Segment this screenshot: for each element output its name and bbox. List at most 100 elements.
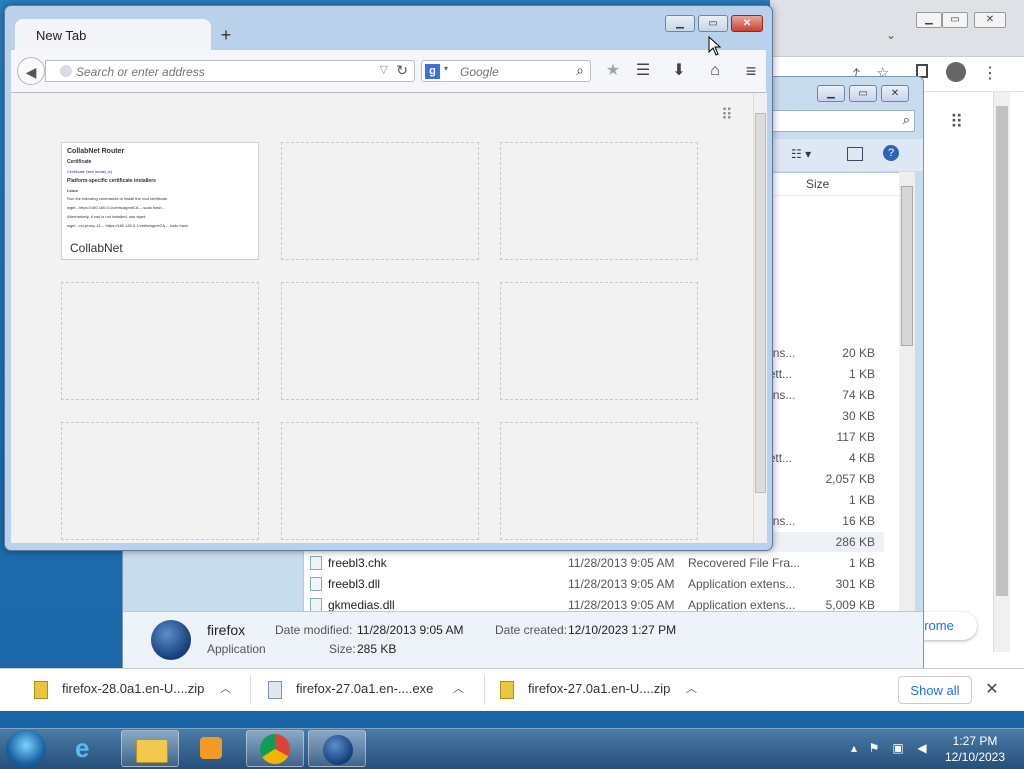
mouse-cursor xyxy=(708,35,722,59)
search-bar[interactable]: g ▾ ⌕ xyxy=(421,60,591,82)
empty-site-tile xyxy=(500,282,698,400)
download-menu-chevron-icon[interactable]: ︿ xyxy=(453,669,464,709)
chrome-close-button[interactable]: ✕ xyxy=(974,12,1006,28)
downloads-icon[interactable]: ⬇ xyxy=(667,60,691,82)
empty-site-tile xyxy=(500,422,698,540)
navigation-toolbar: ▽ ↻ ◀ g ▾ ⌕ ★ ☰ ⬇ ⌂ ≡ xyxy=(11,50,766,93)
installer-file-icon xyxy=(268,680,282,699)
home-icon[interactable]: ⌂ xyxy=(703,60,727,82)
menu-icon[interactable]: ≡ xyxy=(739,60,763,82)
chrome-scrollbar-thumb[interactable] xyxy=(996,106,1008,596)
firefox-icon xyxy=(323,735,353,765)
thumb-subheading: Certificate xyxy=(67,159,92,165)
file-size: 117 KB xyxy=(836,430,875,444)
file-size: 1 KB xyxy=(848,367,875,381)
show-all-button[interactable]: Show all xyxy=(898,676,972,704)
table-row[interactable]: freebl3.dll 11/28/2013 9:05 AM Application… xyxy=(304,574,884,594)
firefox-minimize-button[interactable]: ▁ xyxy=(665,15,695,32)
chrome-maximize-button[interactable]: ▭ xyxy=(942,12,968,28)
explorer-maximize-button[interactable]: ▭ xyxy=(849,85,877,102)
file-size: 1 KB xyxy=(848,556,875,570)
network-icon[interactable]: ▣ xyxy=(890,741,906,757)
explorer-search-box[interactable]: ⌕ xyxy=(763,110,915,132)
firefox-close-button[interactable]: ✕ xyxy=(731,15,763,32)
modified-value: 11/28/2013 9:05 AM xyxy=(357,623,464,637)
google-engine-icon[interactable]: g xyxy=(425,64,440,79)
file-size: 1 KB xyxy=(848,493,875,507)
action-center-icon[interactable]: ⚑ xyxy=(866,741,882,757)
chrome-minimize-button[interactable]: ▁ xyxy=(916,12,942,28)
download-item[interactable]: firefox-27.0a1.en-....exe xyxy=(268,669,433,711)
firefox-file-icon xyxy=(151,620,191,660)
size-column-header[interactable]: Size xyxy=(806,177,829,191)
file-size: 4 KB xyxy=(848,451,875,465)
taskbar-chrome[interactable] xyxy=(246,730,304,767)
system-clock[interactable]: 1:27 PM 12/10/2023 xyxy=(940,733,1010,765)
taskbar-ie[interactable]: e xyxy=(60,730,118,767)
url-bar[interactable]: ▽ ↻ xyxy=(45,60,415,82)
site-thumbnail: CollabNet Router Certificate Certificate (… xyxy=(63,144,257,236)
clock-time: 1:27 PM xyxy=(952,734,998,748)
thumb-section: Platform-specific certificate installers xyxy=(67,178,156,184)
download-filename: firefox-27.0a1.en-U....zip xyxy=(528,681,671,696)
tab-new-tab[interactable]: New Tab xyxy=(15,19,211,53)
grid-toggle-icon[interactable]: ⠿ xyxy=(721,105,733,125)
download-filename: firefox-28.0a1.en-U....zip xyxy=(62,681,205,696)
site-tile-title: CollabNet xyxy=(70,241,123,255)
download-shelf: firefox-28.0a1.en-U....zip ︿ firefox-27.… xyxy=(0,668,1024,711)
explorer-minimize-button[interactable]: ▁ xyxy=(817,85,845,102)
zip-file-icon xyxy=(500,680,514,699)
close-shelf-icon[interactable]: ✕ xyxy=(982,678,1002,702)
profile-avatar-icon[interactable] xyxy=(946,62,966,82)
help-icon[interactable]: ? xyxy=(883,145,899,161)
taskbar-explorer[interactable] xyxy=(121,730,179,767)
explorer-close-button[interactable]: ✕ xyxy=(881,85,909,102)
explorer-commandbar: ☷ ▾ ? xyxy=(763,139,923,171)
firefox-scrollbar[interactable] xyxy=(753,93,767,543)
back-button[interactable]: ◀ xyxy=(17,57,45,85)
taskbar-media-player[interactable] xyxy=(184,730,242,767)
bookmarks-list-icon[interactable]: ☰ xyxy=(631,60,655,82)
site-tile[interactable]: CollabNet Router Certificate Certificate (… xyxy=(61,142,259,260)
bookmark-star-icon[interactable]: ★ xyxy=(601,60,625,82)
chrome-tab-search-icon[interactable]: ⌄ xyxy=(886,28,896,42)
clock-date: 12/10/2023 xyxy=(944,750,1006,764)
internet-explorer-icon: e xyxy=(75,733,90,763)
show-hidden-icons-icon[interactable]: ▴ xyxy=(846,741,862,757)
download-menu-chevron-icon[interactable]: ︿ xyxy=(220,669,231,709)
file-size: 74 KB xyxy=(842,388,875,402)
download-item[interactable]: firefox-28.0a1.en-U....zip xyxy=(34,669,204,711)
file-icon xyxy=(310,556,322,570)
table-row[interactable]: freebl3.chk 11/28/2013 9:05 AM Recovered F… xyxy=(304,553,884,573)
chrome-scrollbar[interactable] xyxy=(993,92,1010,652)
explorer-scrollbar-thumb[interactable] xyxy=(901,186,913,346)
taskbar-firefox[interactable] xyxy=(308,730,366,767)
volume-icon[interactable]: ◀ xyxy=(914,741,930,757)
explorer-scrollbar[interactable] xyxy=(899,172,915,612)
views-icon[interactable]: ☷ ▾ xyxy=(791,147,811,161)
url-input[interactable] xyxy=(74,63,368,81)
reload-icon[interactable]: ↻ xyxy=(396,62,408,79)
thumb-line: wget --no-proxy-14 -- https://180.180.0.… xyxy=(67,223,191,228)
firefox-scrollbar-thumb[interactable] xyxy=(755,113,766,493)
download-menu-chevron-icon[interactable]: ︿ xyxy=(686,669,697,709)
empty-site-tile xyxy=(61,422,259,540)
separator xyxy=(250,675,251,705)
apps-grid-icon[interactable]: ⠿ xyxy=(950,112,970,132)
download-item[interactable]: firefox-27.0a1.en-U....zip xyxy=(500,669,670,711)
url-dropdown-icon[interactable]: ▽ xyxy=(380,63,388,76)
preview-pane-icon[interactable] xyxy=(847,147,863,161)
empty-site-tile xyxy=(61,282,259,400)
search-icon[interactable]: ⌕ xyxy=(576,62,584,79)
start-button[interactable] xyxy=(6,730,46,768)
size-label: Size: xyxy=(329,642,356,656)
new-tab-button[interactable]: + xyxy=(215,24,237,46)
file-size: 286 KB xyxy=(835,535,875,549)
chrome-menu-icon[interactable]: ⋮ xyxy=(982,63,998,83)
firefox-maximize-button[interactable]: ▭ xyxy=(698,15,728,32)
firefox-window: New Tab + ▁ ▭ ✕ ▽ ↻ ◀ g ▾ ⌕ ★ ☰ ⬇ ⌂ ≡ ⠿ … xyxy=(4,5,773,551)
empty-site-tile xyxy=(281,422,479,540)
size-value: 285 KB xyxy=(357,642,397,656)
engine-dropdown-icon[interactable]: ▾ xyxy=(444,64,448,73)
search-input[interactable] xyxy=(458,63,572,81)
